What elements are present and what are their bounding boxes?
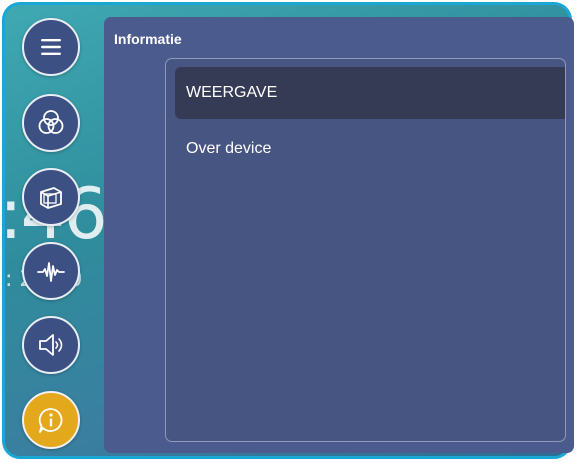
speaker-icon [39, 334, 63, 356]
menu-item-label: Over device [186, 140, 272, 157]
audio-settings-button[interactable] [22, 242, 80, 300]
panel-title: Informatie [114, 31, 182, 47]
menu-icon [41, 39, 61, 55]
info-button[interactable] [22, 391, 80, 449]
menu-button[interactable] [22, 18, 80, 76]
menu-item-over-device[interactable]: Over device [175, 123, 565, 175]
color-settings-button[interactable] [22, 94, 80, 152]
color-circles-icon [38, 110, 64, 134]
sidebar [0, 0, 100, 463]
info-panel: Informatie WEERGAVE Over device [104, 17, 574, 453]
display-settings-button[interactable] [22, 168, 80, 226]
display-cube-icon [40, 187, 62, 209]
menu-item-label: WEERGAVE [186, 84, 278, 101]
audio-wave-icon [37, 262, 65, 282]
info-icon [38, 408, 63, 433]
menu-item-weergave[interactable]: WEERGAVE [175, 67, 565, 119]
sound-button[interactable] [22, 316, 80, 374]
info-menu: WEERGAVE Over device [165, 58, 566, 442]
